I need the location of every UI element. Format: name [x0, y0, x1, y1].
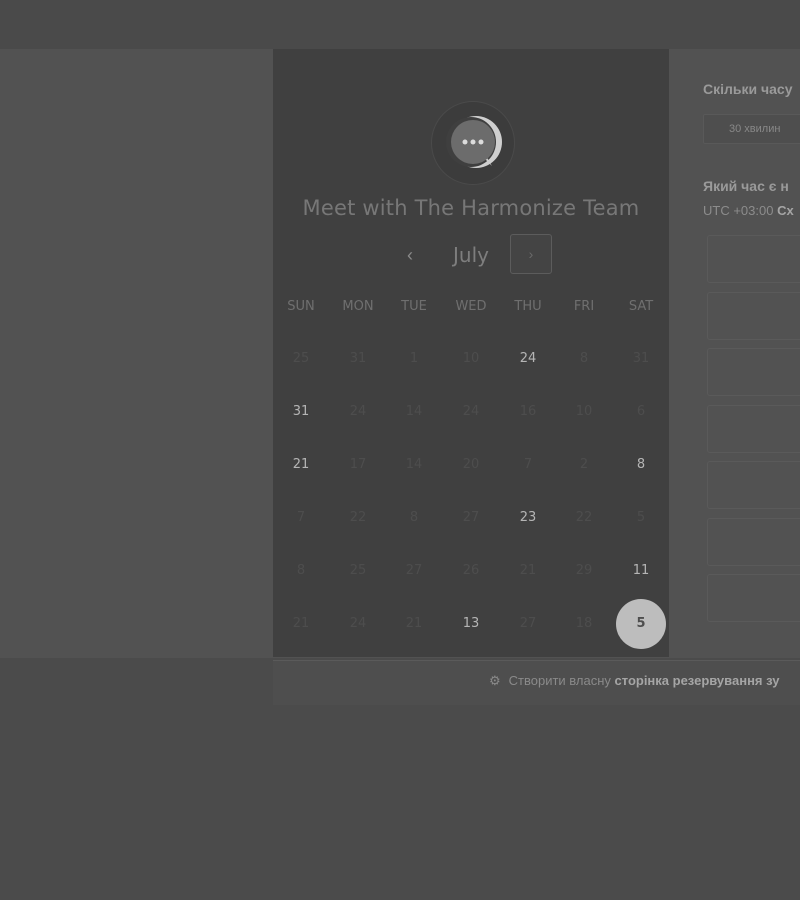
calendar-day: 31 [632, 351, 650, 366]
weekday-header: SUN MON TUE WED THU FRI SAT [273, 299, 669, 319]
weekday-label: FRI [573, 299, 595, 314]
weekday-label: SUN [287, 299, 315, 314]
calendar-day: 27 [405, 563, 423, 578]
calendar-day: 10 [575, 404, 593, 419]
booking-options-panel: Скільки часу 30 хвилин Який час є н UTC … [685, 49, 800, 657]
weekday-label: MON [342, 299, 374, 314]
calendar-day: 17 [349, 457, 367, 472]
calendar-day: 5 [636, 510, 646, 525]
calendar-day: 26 [462, 563, 480, 578]
calendar-day: 31 [349, 351, 367, 366]
meeting-title: Meet with The Harmonize Team [302, 196, 640, 220]
month-label: July [453, 243, 489, 267]
calendar-day: 25 [292, 351, 310, 366]
calendar-day: 6 [636, 404, 646, 419]
calendar-day: 27 [462, 510, 480, 525]
calendar-day: 25 [349, 563, 367, 578]
calendar-day: 8 [409, 510, 419, 525]
footer-bar: ⚙ Створити власну сторінка резервування … [273, 660, 800, 705]
selected-day[interactable]: 5 [616, 599, 666, 649]
month-navigation: ‹ July › [273, 234, 669, 276]
weekday-label: WED [455, 299, 487, 314]
weekday-label: THU [514, 299, 542, 314]
time-slot-button[interactable] [707, 461, 800, 509]
calendar-day: 14 [405, 404, 423, 419]
calendar-day: 29 [575, 563, 593, 578]
calendar-day: 10 [462, 351, 480, 366]
calendar-day: 7 [523, 457, 533, 472]
harmonize-logo-icon [431, 101, 515, 185]
calendar-day: 8 [296, 563, 306, 578]
calendar-day: 1 [409, 351, 419, 366]
timezone-offset: UTC +03:00 [703, 203, 774, 218]
footer-link-text[interactable]: сторінка резервування зу [615, 673, 780, 688]
calendar-day: 16 [519, 404, 537, 419]
timezone-name: Сх [777, 203, 794, 218]
calendar-day[interactable]: 13 [446, 599, 496, 649]
footer-text: Створити власну [508, 673, 611, 688]
calendar-day: 21 [405, 616, 423, 631]
calendar-day[interactable]: 11 [616, 546, 666, 596]
time-slot-button[interactable] [707, 235, 800, 283]
chevron-left-icon[interactable]: ‹ [397, 242, 423, 268]
calendar-day[interactable]: 24 [503, 334, 553, 384]
calendar-day: 14 [405, 457, 423, 472]
sprocket-icon: ⚙ [489, 673, 501, 688]
time-slot-button[interactable] [707, 292, 800, 340]
calendar-day: 22 [575, 510, 593, 525]
calendar-day: 8 [579, 351, 589, 366]
calendar-day[interactable]: 8 [616, 440, 666, 490]
time-slot-button[interactable] [707, 405, 800, 453]
calendar-day: 21 [292, 616, 310, 631]
calendar-day: 18 [575, 616, 593, 631]
timezone-label[interactable]: UTC +03:00 Сх [703, 203, 794, 218]
calendar-day[interactable]: 31 [276, 387, 326, 437]
calendar-day: 21 [519, 563, 537, 578]
calendar-day: 22 [349, 510, 367, 525]
footer-link[interactable]: ⚙ Створити власну сторінка резервування … [489, 673, 780, 689]
calendar-day: 7 [296, 510, 306, 525]
time-slot-button[interactable] [707, 518, 800, 566]
duration-title: Скільки часу [703, 81, 793, 97]
calendar-day: 24 [349, 616, 367, 631]
duration-option-button[interactable]: 30 хвилин [703, 114, 800, 144]
calendar-day: 24 [462, 404, 480, 419]
calendar-day: 27 [519, 616, 537, 631]
weekday-label: TUE [401, 299, 427, 314]
calendar-day: 24 [349, 404, 367, 419]
time-title: Який час є н [703, 178, 789, 194]
calendar-day: 20 [462, 457, 480, 472]
calendar-day[interactable]: 23 [503, 493, 553, 543]
weekday-label: SAT [628, 299, 654, 314]
top-bar [0, 0, 800, 49]
calendar-day[interactable]: 21 [276, 440, 326, 490]
calendar-day: 2 [579, 457, 589, 472]
time-slot-button[interactable] [707, 574, 800, 622]
chevron-right-icon[interactable]: › [510, 234, 552, 274]
calendar-days: 25 31 1 10 24 8 31 31 24 14 24 16 10 6 21 17 14 20 7 2 8 7 22 8… [273, 334, 669, 654]
time-slot-button[interactable] [707, 348, 800, 396]
